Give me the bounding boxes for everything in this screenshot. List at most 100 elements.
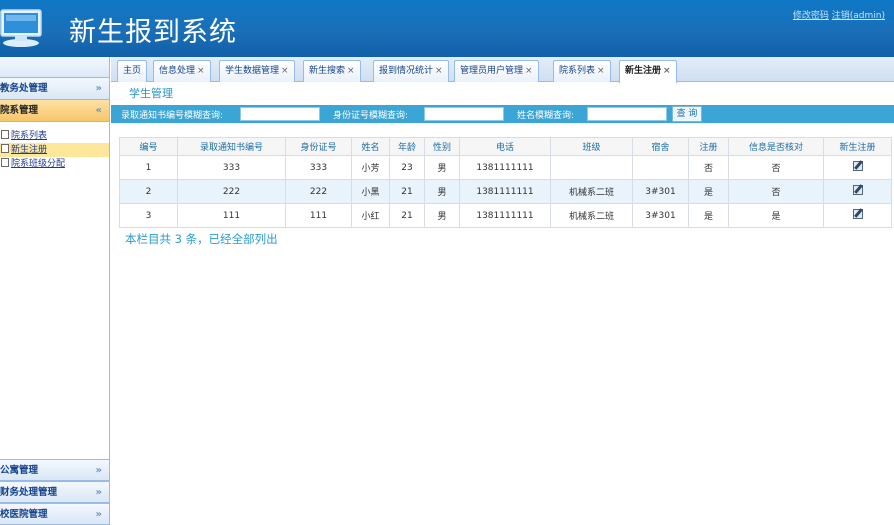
edit-icon[interactable] [852, 209, 863, 219]
sidebar-links: 院系列表 新生注册 院系班级分配 [0, 122, 109, 466]
sidebar-section-label: 教务处管理 [0, 83, 48, 94]
cell-age: 21 [389, 203, 425, 228]
cell-id-number: 222 [285, 179, 352, 204]
tab-new-student-register[interactable]: 新生注册 × [619, 60, 677, 83]
document-icon [1, 130, 9, 139]
close-icon[interactable]: × [281, 66, 289, 76]
document-icon [1, 144, 9, 153]
tab-student-search[interactable]: 新生搜索 × [303, 60, 361, 82]
column-header: 电话 [459, 137, 551, 156]
cell-register-action [823, 155, 892, 180]
cell-gender: 男 [424, 179, 460, 204]
chevron-up-icon: « [95, 105, 102, 116]
change-password-link[interactable]: 修改密码 [793, 11, 829, 21]
cell-age: 23 [389, 155, 425, 180]
sidebar-item-department-list[interactable]: 院系列表 [0, 129, 109, 143]
main-content: 主页 信息处理 × 学生数据管理 × 新生搜索 × 报到情况统计 × 管理员用户管理 × … [111, 57, 894, 525]
id-number-label: 身份证号模糊查询: [333, 111, 409, 121]
cell-phone: 1381111111 [459, 179, 551, 204]
cell-no: 1 [119, 155, 178, 180]
column-header: 身份证号 [285, 137, 352, 156]
sidebar-section-clinic[interactable]: 校医院管理 » [0, 503, 109, 525]
cell-gender: 男 [424, 155, 460, 180]
table-row: 3 111 111 小红 21 男 1381111111 机械系二班 3#301… [119, 203, 892, 228]
cell-gender: 男 [424, 203, 460, 228]
sidebar-item-class-assignment[interactable]: 院系班级分配 [0, 157, 109, 171]
cell-id-number: 111 [285, 203, 352, 228]
column-header: 性别 [424, 137, 460, 156]
column-header: 录取通知书编号 [177, 137, 286, 156]
cell-dorm: 3#301 [632, 179, 689, 204]
cell-admission-no: 111 [177, 203, 286, 228]
close-icon[interactable]: × [197, 66, 205, 76]
app-header: 新生报到系统 修改密码 注销(admin) [0, 0, 894, 57]
cell-class: 机械系二班 [550, 203, 633, 228]
cell-phone: 1381111111 [459, 155, 551, 180]
admission-no-input[interactable] [240, 107, 320, 121]
tab-department-list[interactable]: 院系列表 × [553, 60, 611, 82]
cell-registered: 是 [688, 179, 729, 204]
cell-register-action [823, 179, 892, 204]
user-links: 修改密码 注销(admin) [793, 8, 885, 21]
close-icon[interactable]: × [597, 66, 605, 76]
column-header: 班级 [550, 137, 633, 156]
cell-admission-no: 333 [177, 155, 286, 180]
close-icon[interactable]: × [663, 66, 671, 76]
cell-phone: 1381111111 [459, 203, 551, 228]
cell-name: 小红 [351, 203, 390, 228]
id-number-input[interactable] [424, 107, 504, 121]
chevron-down-icon: » [95, 83, 102, 94]
monitor-logo-icon [0, 9, 42, 47]
sidebar-section-label: 校医院管理 [0, 509, 48, 520]
column-header: 年龄 [389, 137, 425, 156]
column-header: 新生注册 [823, 137, 892, 156]
sidebar-section-academic[interactable]: 教务处管理 » [0, 78, 109, 100]
cell-no: 2 [119, 179, 178, 204]
cell-dorm [632, 155, 689, 180]
cell-age: 21 [389, 179, 425, 204]
tab-report-stats[interactable]: 报到情况统计 × [373, 60, 449, 82]
sidebar-section-departments[interactable]: 院系管理 « [0, 100, 109, 122]
cell-class [550, 155, 633, 180]
sidebar-bottom-sections: 公寓管理 » 财务处理管理 » 校医院管理 » [0, 459, 109, 525]
logout-link[interactable]: 注销(admin) [832, 11, 885, 21]
sidebar-item-new-student-register[interactable]: 新生注册 [0, 143, 109, 157]
sidebar-section-label: 财务处理管理 [0, 487, 58, 498]
tab-home[interactable]: 主页 [117, 60, 148, 82]
sidebar-section-dormitory[interactable]: 公寓管理 » [0, 459, 109, 481]
tab-info-processing[interactable]: 信息处理 × [153, 60, 211, 82]
cell-verified: 否 [728, 155, 824, 180]
tab-student-data[interactable]: 学生数据管理 × [219, 60, 295, 82]
search-button[interactable]: 查 询 [672, 106, 702, 122]
document-icon [1, 158, 9, 167]
edit-icon[interactable] [852, 161, 863, 171]
cell-no: 3 [119, 203, 178, 228]
column-header: 姓名 [351, 137, 390, 156]
column-header: 宿舍 [632, 137, 689, 156]
admission-no-label: 录取通知书编号模糊查询: [121, 111, 224, 121]
cell-id-number: 333 [285, 155, 352, 180]
cell-verified: 是 [728, 203, 824, 228]
column-header: 注册 [688, 137, 729, 156]
cell-registered: 否 [688, 155, 729, 180]
close-icon[interactable]: × [347, 66, 355, 76]
chevron-down-icon: » [95, 465, 102, 476]
edit-icon[interactable] [852, 185, 863, 195]
tab-bar: 主页 信息处理 × 学生数据管理 × 新生搜索 × 报到情况统计 × 管理员用户管理 × … [111, 57, 894, 83]
student-table-wrap: 编号 录取通知书编号 身份证号 姓名 年龄 性别 电话 班级 宿舍 注册 信息是… [119, 137, 892, 228]
sidebar-section-finance[interactable]: 财务处理管理 » [0, 481, 109, 503]
table-row: 2 222 222 小黑 21 男 1381111111 机械系二班 3#301… [119, 179, 892, 204]
chevron-down-icon: » [95, 487, 102, 498]
sidebar-header [0, 57, 109, 78]
name-input[interactable] [587, 107, 667, 121]
close-icon[interactable]: × [435, 66, 443, 76]
column-header: 编号 [119, 137, 178, 156]
sidebar-section-label: 公寓管理 [0, 465, 39, 476]
summary-text: 本栏目共 3 条，已经全部列出 [125, 232, 278, 246]
close-icon[interactable]: × [525, 66, 533, 76]
cell-name: 小黑 [351, 179, 390, 204]
tab-admin-users[interactable]: 管理员用户管理 × [454, 60, 539, 82]
search-bar: 录取通知书编号模糊查询: 身份证号模糊查询: 姓名模糊查询: 查 询 [111, 105, 894, 123]
name-label: 姓名模糊查询: [517, 111, 575, 121]
app-title: 新生报到系统 [69, 17, 237, 48]
